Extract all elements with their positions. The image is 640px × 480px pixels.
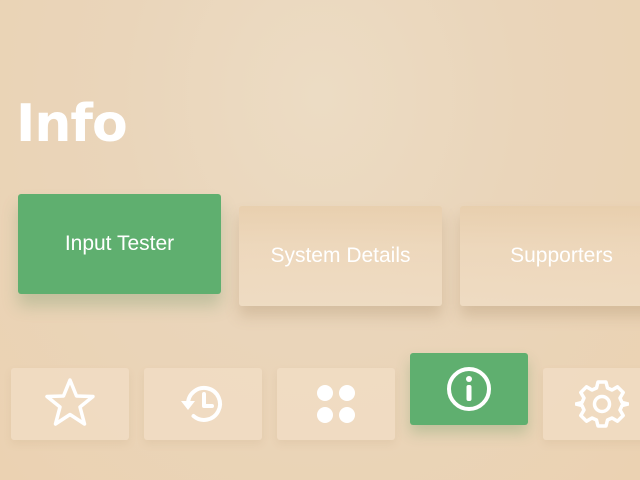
nav-settings-button[interactable]: [543, 368, 640, 440]
nav-apps-button[interactable]: [277, 368, 395, 440]
supporters-label: Supporters: [510, 244, 613, 267]
history-icon: [178, 379, 228, 429]
input-tester-label: Input Tester: [64, 232, 175, 255]
star-icon: [43, 377, 97, 431]
apps-icon: [314, 382, 358, 426]
nav-history-button[interactable]: [144, 368, 262, 440]
system-details-tile[interactable]: System Details: [239, 206, 442, 306]
input-tester-tile[interactable]: Input Tester: [18, 194, 221, 294]
gear-icon: [575, 377, 629, 431]
info-icon: [444, 364, 494, 414]
supporters-tile[interactable]: Supporters: [460, 206, 640, 306]
nav-info-button[interactable]: [410, 353, 528, 425]
system-details-label: System Details: [270, 244, 411, 267]
nav-favorites-button[interactable]: [11, 368, 129, 440]
page-title: Info: [16, 94, 128, 154]
